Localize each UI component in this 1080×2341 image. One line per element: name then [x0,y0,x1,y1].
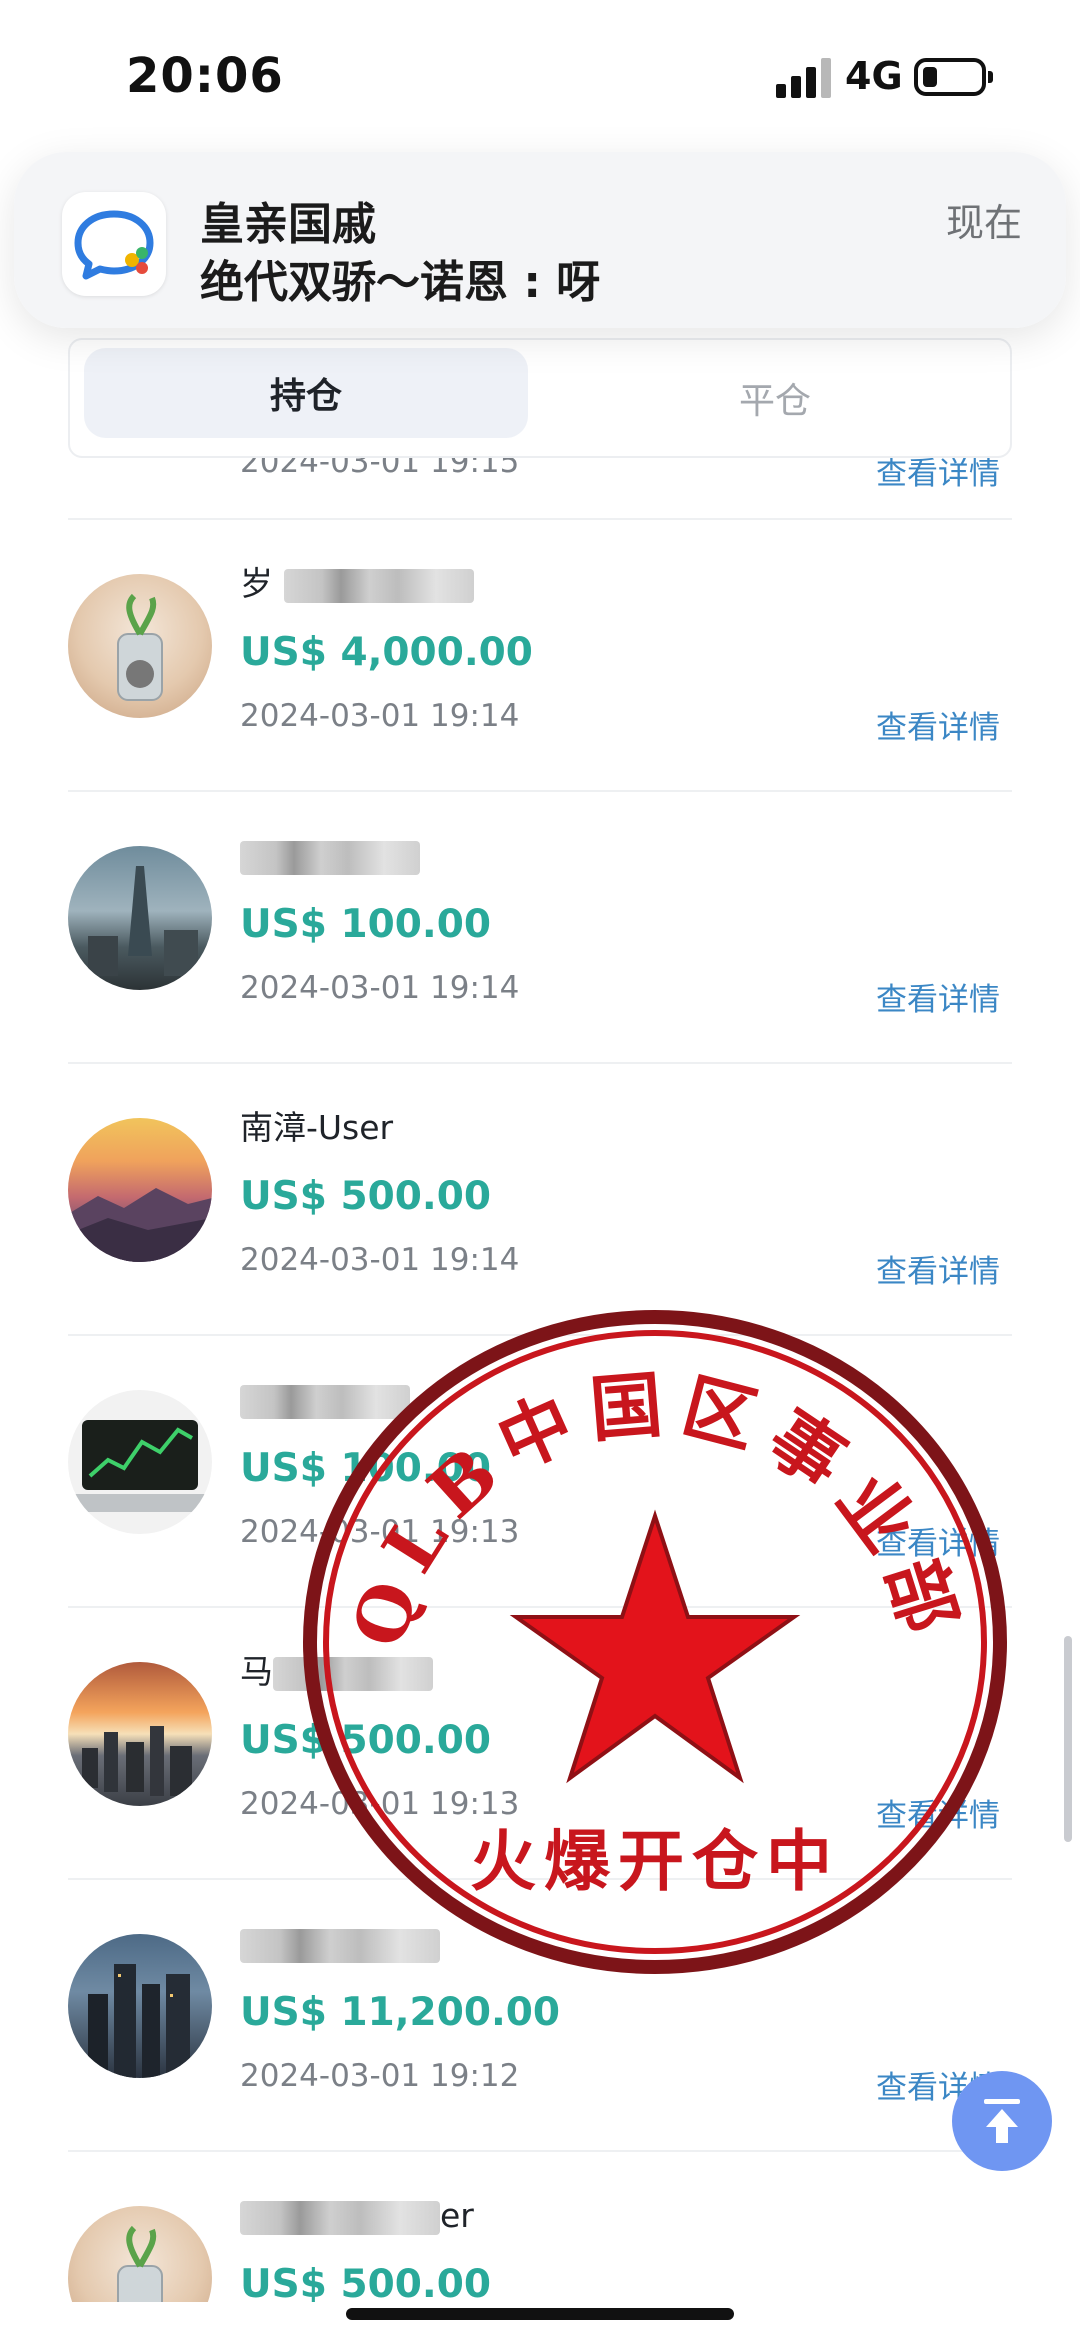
order-datetime: 2024-03-01 19:14 [240,698,520,734]
user-name [240,836,420,876]
order-amount: US$ 100.00 [240,902,491,947]
order-datetime: 2024-03-01 19:12 [240,2058,520,2094]
user-name: 南漳-User [240,1108,394,1147]
order-amount: US$ 500.00 [240,2262,491,2302]
tab-holding[interactable]: 持仓 [84,348,528,438]
chat-bubble-icon [62,192,166,296]
avatar [68,1934,212,2078]
order-amount: US$ 500.00 [240,1174,491,1219]
scrollbar-thumb[interactable] [1064,1636,1072,1842]
order-datetime: 2024-03-01 19:13 [240,1786,520,1822]
order-datetime: 2024-03-01 19:14 [240,1242,520,1278]
arrow-up-to-line-icon [984,2099,1020,2143]
avatar [68,574,212,718]
home-indicator[interactable] [346,2308,734,2320]
notification-banner[interactable]: 皇亲国戚 绝代双骄～诺恩 : 呀 现在 [14,152,1066,328]
list-item[interactable]: er US$ 500.00 [0,2152,1080,2302]
list-item[interactable]: 岁 US$ 4,000.00 2024-03-01 19:14 查看详情 [0,520,1080,792]
notification-title: 皇亲国戚 [200,199,376,250]
order-amount: US$ 4,000.00 [240,630,533,675]
scroll-to-top-button[interactable] [952,2071,1052,2171]
list-item[interactable]: 马 US$ 500.00 2024-03-01 19:13 查看详情 [0,1608,1080,1880]
list-item[interactable]: US$ 100.00 2024-03-01 19:14 查看详情 [0,792,1080,1064]
user-name: er [240,2196,474,2236]
view-detail-link[interactable]: 查看详情 [876,974,1000,1019]
avatar [68,2206,212,2302]
order-datetime: 2024-03-01 19:13 [240,1514,520,1550]
avatar [68,846,212,990]
list-item[interactable]: US$ 11,200.00 2024-03-01 19:12 查看详情 [0,1880,1080,2152]
user-name [240,1924,440,1964]
order-amount: US$ 11,200.00 [240,1990,561,2035]
user-name: 马 [240,1652,433,1692]
user-name [240,1380,410,1420]
avatar [68,1662,212,1806]
notification-time: 现在 [945,201,1022,245]
avatar [68,1118,212,1262]
order-datetime: 2024-03-01 19:14 [240,970,520,1006]
view-detail-link[interactable]: 查看详情 [876,1246,1000,1291]
tab-closed[interactable]: 平仓 [550,340,1000,456]
avatar [68,1390,212,1534]
list-item[interactable]: US$ 100.00 2024-03-01 19:13 查看详情 [0,1336,1080,1608]
order-amount: US$ 100.00 [240,1446,491,1491]
list-item[interactable]: 南漳-User US$ 500.00 2024-03-01 19:14 查看详情 [0,1064,1080,1336]
position-tabs: 持仓 平仓 [68,338,1012,458]
order-amount: US$ 500.00 [240,1718,491,1763]
view-detail-link[interactable]: 查看详情 [876,1790,1000,1835]
notification-body: 绝代双骄～诺恩 : 呀 [200,257,601,308]
user-name: 岁 [240,564,474,604]
view-detail-link[interactable]: 查看详情 [876,702,1000,747]
view-detail-link[interactable]: 查看详情 [876,1518,1000,1563]
